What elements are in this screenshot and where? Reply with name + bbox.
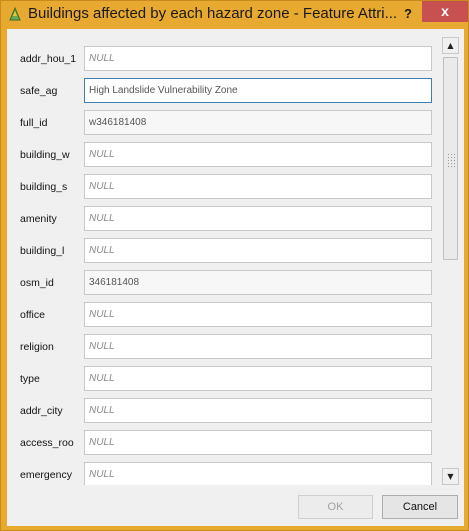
attribute-row: building_l NULL bbox=[7, 237, 437, 269]
attribute-row: addr_city NULL bbox=[7, 397, 437, 429]
field-input-building-w[interactable]: NULL bbox=[84, 142, 432, 167]
field-label: amenity bbox=[20, 213, 57, 225]
field-input-full-id[interactable]: w346181408 bbox=[84, 110, 432, 135]
field-input-type[interactable]: NULL bbox=[84, 366, 432, 391]
grip-icon bbox=[447, 153, 455, 167]
field-input-amenity[interactable]: NULL bbox=[84, 206, 432, 231]
attribute-row: type NULL bbox=[7, 365, 437, 397]
field-input-access-roo[interactable]: NULL bbox=[84, 430, 432, 455]
attribute-row: access_roo NULL bbox=[7, 429, 437, 461]
scroll-thumb[interactable] bbox=[443, 57, 458, 260]
attribute-row: amenity NULL bbox=[7, 205, 437, 237]
field-label: addr_hou_1 bbox=[20, 53, 77, 65]
field-label: addr_city bbox=[20, 405, 63, 417]
cancel-button[interactable]: Cancel bbox=[382, 495, 458, 519]
field-label: emergency bbox=[20, 469, 72, 481]
title-bar[interactable]: Buildings affected by each hazard zone -… bbox=[1, 1, 469, 28]
attribute-row: emergency NULL bbox=[7, 461, 437, 485]
attribute-row: religion NULL bbox=[7, 333, 437, 365]
attribute-row: building_w NULL bbox=[7, 141, 437, 173]
field-input-building-s[interactable]: NULL bbox=[84, 174, 432, 199]
field-label: safe_ag bbox=[20, 85, 58, 97]
field-input-religion[interactable]: NULL bbox=[84, 334, 432, 359]
field-input-safe-ag[interactable]: High Landslide Vulnerability Zone bbox=[84, 78, 432, 103]
field-label: office bbox=[20, 309, 45, 321]
form-scrollbar[interactable]: ▲ ▼ bbox=[442, 37, 459, 485]
scroll-up-icon[interactable]: ▲ bbox=[442, 37, 459, 54]
attribute-row: osm_id 346181408 bbox=[7, 269, 437, 301]
attribute-row: full_id w346181408 bbox=[7, 109, 437, 141]
field-input-addr-hou-1[interactable]: NULL bbox=[84, 46, 432, 71]
field-input-building-l[interactable]: NULL bbox=[84, 238, 432, 263]
field-label: building_s bbox=[20, 181, 68, 193]
dialog-client-area: addr_hou_1 NULL safe_ag High Landslide Vuln… bbox=[7, 29, 464, 526]
qgis-app-icon bbox=[7, 6, 23, 22]
attribute-row: addr_hou_1 NULL bbox=[7, 45, 437, 77]
field-label: type bbox=[20, 373, 40, 385]
field-input-addr-city[interactable]: NULL bbox=[84, 398, 432, 423]
field-label: osm_id bbox=[20, 277, 54, 289]
field-label: religion bbox=[20, 341, 54, 353]
close-icon: x bbox=[441, 3, 449, 19]
field-label: full_id bbox=[20, 117, 48, 129]
attribute-row: office NULL bbox=[7, 301, 437, 333]
attribute-row: building_s NULL bbox=[7, 173, 437, 205]
field-label: access_roo bbox=[20, 437, 74, 449]
field-input-osm-id[interactable]: 346181408 bbox=[84, 270, 432, 295]
field-input-emergency[interactable]: NULL bbox=[84, 462, 432, 485]
help-button[interactable]: ? bbox=[395, 3, 421, 24]
feature-attributes-dialog: Buildings affected by each hazard zone -… bbox=[0, 0, 469, 531]
field-label: building_w bbox=[20, 149, 70, 161]
close-button[interactable]: x bbox=[422, 1, 468, 22]
ok-button[interactable]: OK bbox=[298, 495, 373, 519]
attribute-form: addr_hou_1 NULL safe_ag High Landslide Vuln… bbox=[7, 37, 441, 485]
field-label: building_l bbox=[20, 245, 65, 257]
window-title: Buildings affected by each hazard zone -… bbox=[28, 5, 398, 22]
attribute-row: safe_ag High Landslide Vulnerability Zone bbox=[7, 77, 437, 109]
scroll-down-icon[interactable]: ▼ bbox=[442, 468, 459, 485]
field-input-office[interactable]: NULL bbox=[84, 302, 432, 327]
